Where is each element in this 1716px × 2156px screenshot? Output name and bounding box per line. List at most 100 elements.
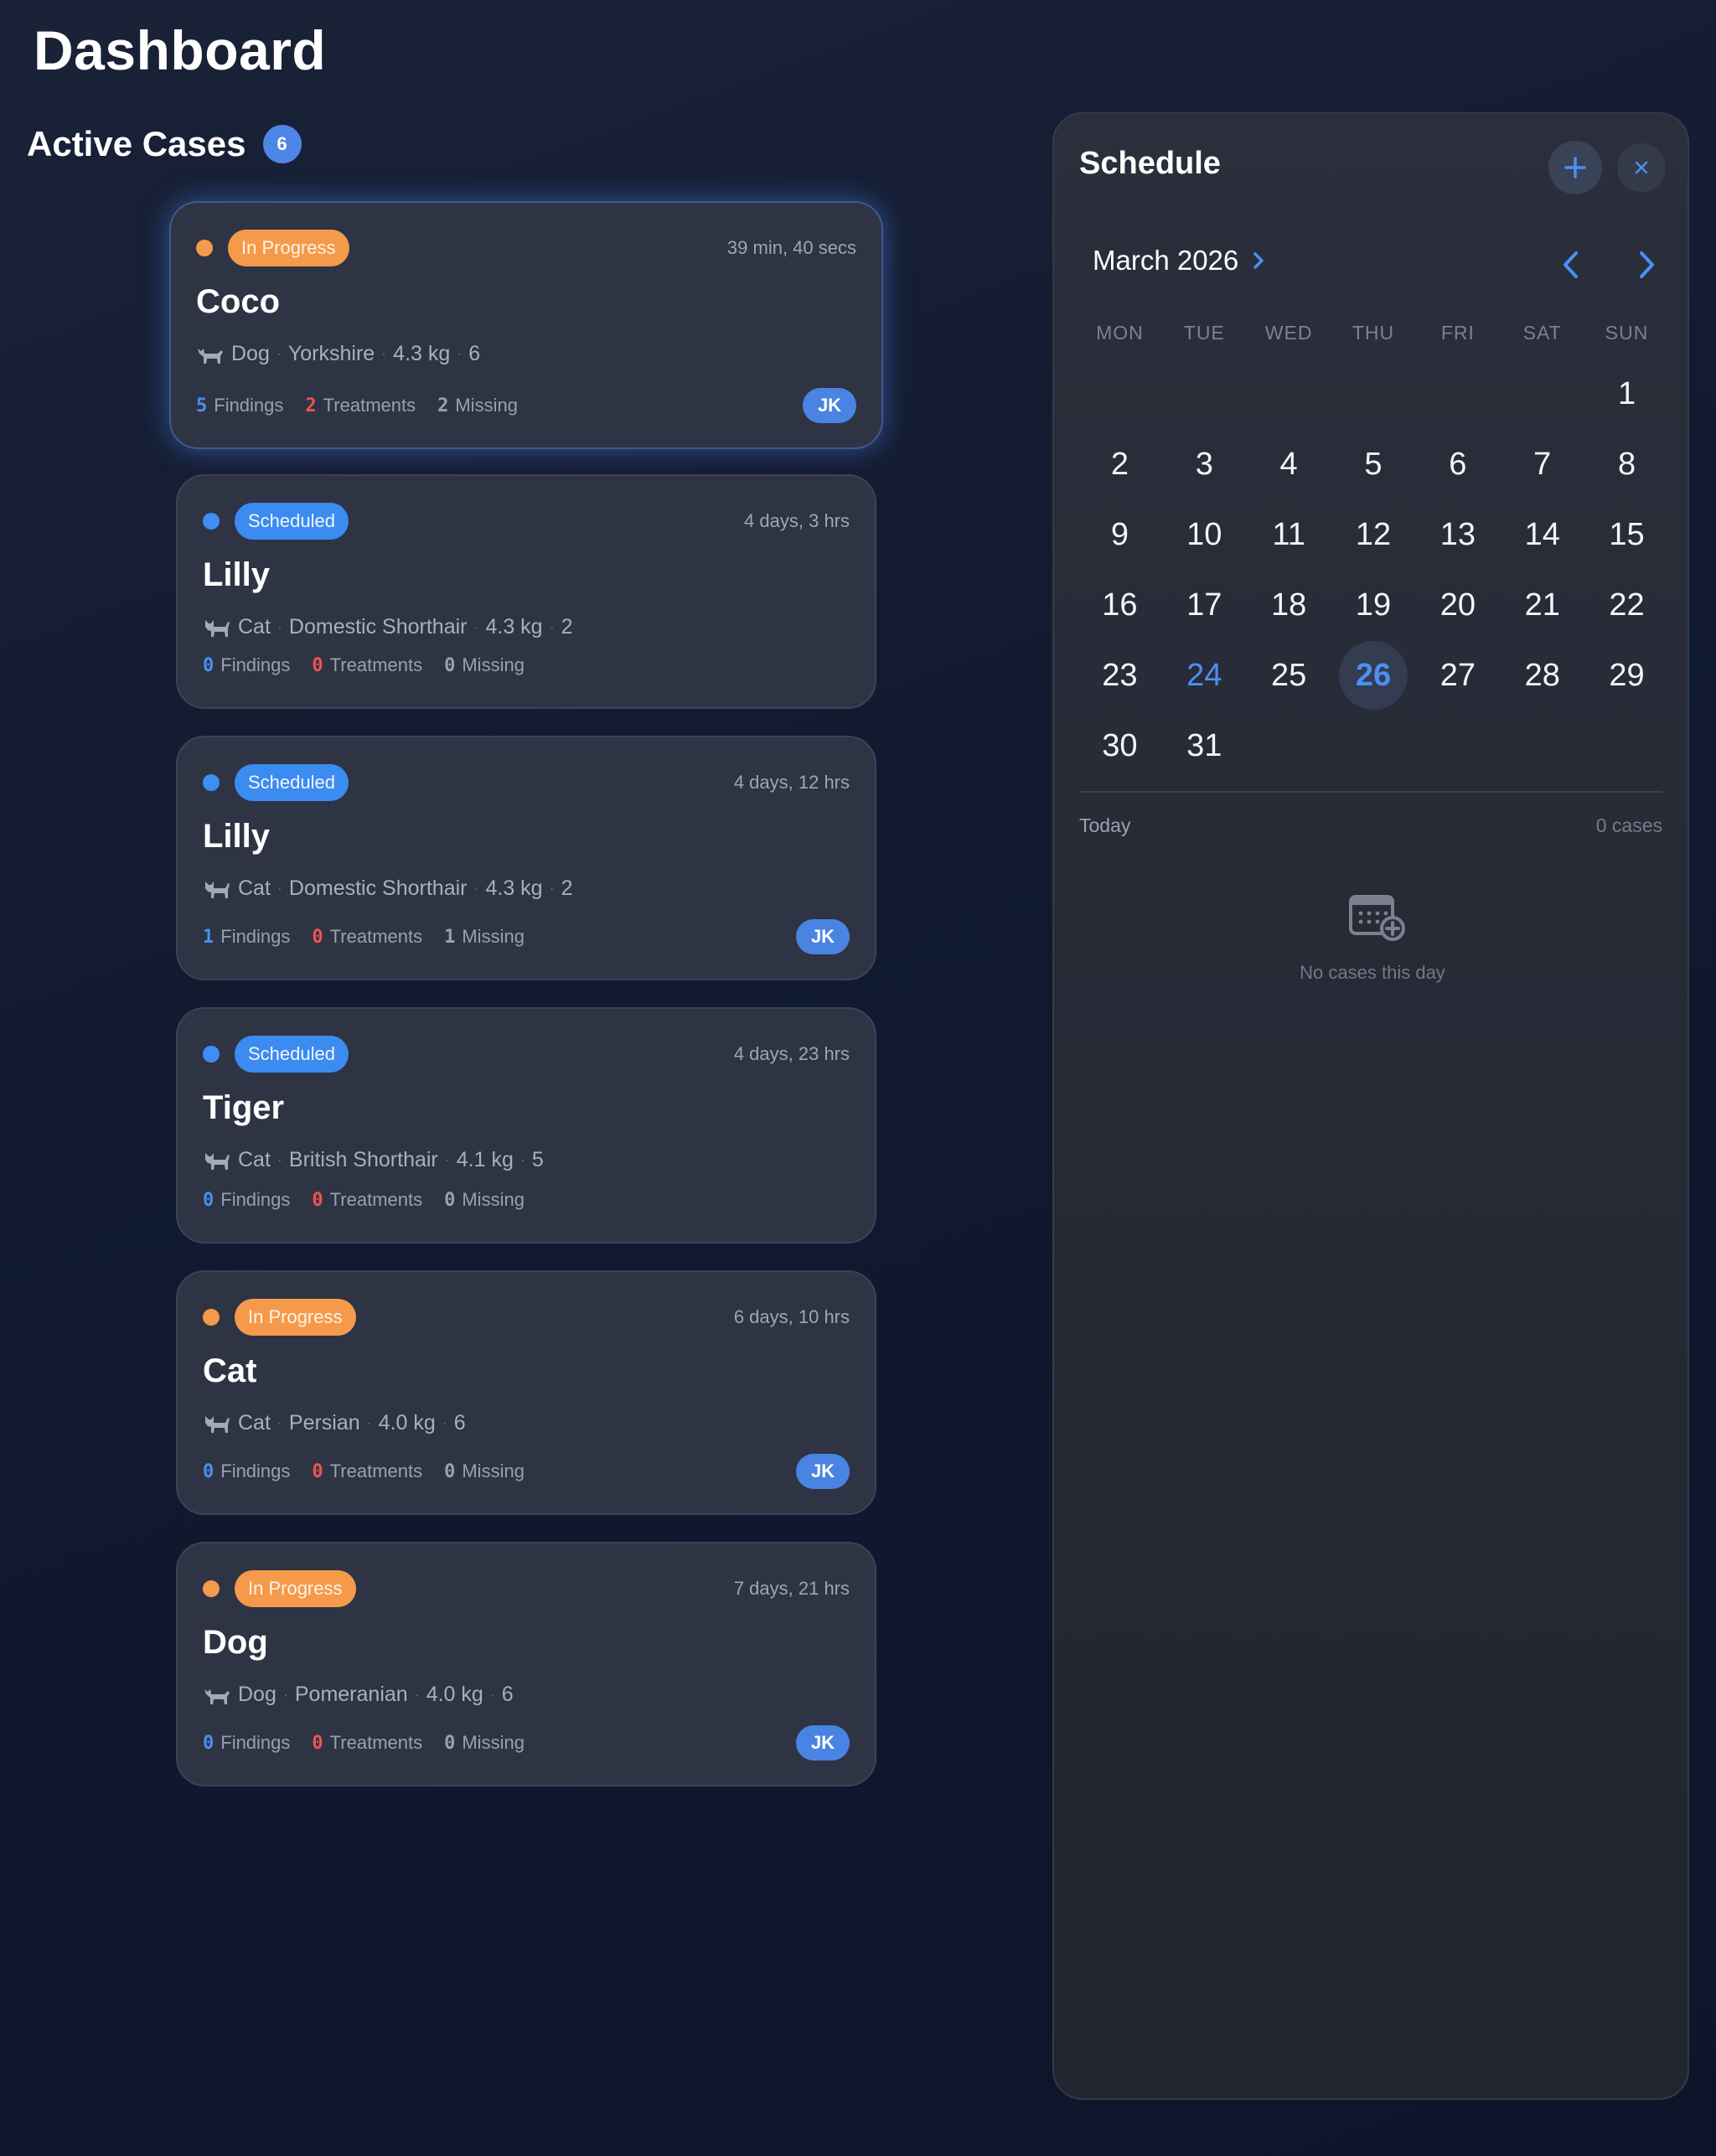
case-card[interactable]: Scheduled 4 days, 23 hrs Tiger Cat · British … [176, 1007, 876, 1243]
case-stats: 0 Findings 0 Treatments 0 Missing [203, 647, 850, 684]
pet-details: Cat · Persian · 4.0 kg · 6 [203, 1411, 850, 1435]
calendar-empty-cell [1247, 359, 1331, 429]
calendar-day[interactable]: 17 [1162, 570, 1247, 640]
calendar-day[interactable]: 16 [1078, 570, 1162, 640]
findings-label: Findings [220, 1732, 291, 1753]
missing-count: 0 [444, 1189, 456, 1211]
calendar-day[interactable]: 26 [1331, 640, 1416, 711]
empty-state-text: No cases this day [1300, 962, 1445, 983]
calendar-day[interactable]: 6 [1415, 429, 1500, 499]
calendar-day[interactable]: 24 [1162, 640, 1247, 711]
calendar-day[interactable]: 22 [1584, 570, 1669, 640]
day-number: 11 [1272, 516, 1305, 552]
status-badge: Scheduled [235, 764, 349, 801]
divider [1079, 791, 1662, 793]
weekday-header: MON TUE WED THU FRI SAT SUN [1078, 322, 1669, 344]
close-schedule-button[interactable] [1617, 143, 1666, 192]
calendar-day[interactable]: 30 [1078, 711, 1162, 781]
status-dot [203, 1580, 220, 1597]
month-label: March 2026 [1093, 245, 1239, 276]
calendar-add-icon [1349, 895, 1405, 941]
pet-breed: Yorkshire [287, 342, 375, 365]
month-picker[interactable]: March 2026 [1093, 245, 1269, 277]
calendar-day[interactable]: 11 [1247, 499, 1331, 570]
calendar-empty-cell [1078, 359, 1162, 429]
add-case-button[interactable] [1548, 141, 1602, 194]
calendar-day[interactable]: 12 [1331, 499, 1416, 570]
pet-details: Cat · British Shorthair · 4.1 kg · 5 [203, 1148, 850, 1172]
case-duration: 4 days, 3 hrs [744, 510, 850, 531]
next-month-button[interactable] [1629, 248, 1662, 282]
card-header-row: In Progress 39 min, 40 secs [196, 230, 856, 266]
weekday-label: THU [1352, 322, 1395, 344]
calendar-day[interactable]: 5 [1331, 429, 1416, 499]
calendar-day[interactable]: 9 [1078, 499, 1162, 570]
schedule-panel: Schedule March 2026 MON TUE WED THU FRI SAT SU… [1052, 112, 1689, 2100]
calendar-day[interactable]: 10 [1162, 499, 1247, 570]
day-number: 2 [1110, 446, 1129, 482]
calendar-day[interactable]: 20 [1415, 570, 1500, 640]
assignee-avatar[interactable]: JK [803, 388, 856, 423]
calendar-day[interactable]: 23 [1078, 640, 1162, 711]
card-header-row: In Progress 6 days, 10 hrs [203, 1299, 850, 1336]
calendar-day[interactable]: 25 [1247, 640, 1331, 711]
case-stats: 5 Findings 2 Treatments 2 Missing JK [196, 387, 856, 424]
cat-icon [203, 878, 231, 900]
day-number: 30 [1102, 727, 1138, 763]
pet-species: Cat [238, 615, 271, 639]
calendar-day[interactable]: 3 [1162, 429, 1247, 499]
missing-count: 0 [444, 1732, 456, 1754]
pet-age: 2 [561, 876, 573, 900]
separator-dot: · [473, 880, 479, 897]
case-card[interactable]: In Progress 39 min, 40 secs Coco Dog · Yorksh… [169, 201, 883, 449]
day-number: 17 [1186, 587, 1222, 623]
case-card[interactable]: In Progress 6 days, 10 hrs Cat Cat · Persian ·… [176, 1270, 876, 1515]
assignee-avatar[interactable]: JK [796, 1454, 850, 1489]
pet-species: Cat [238, 876, 271, 900]
missing-label: Missing [462, 1189, 525, 1210]
separator-dot: · [277, 1414, 282, 1431]
calendar-day[interactable]: 28 [1500, 640, 1584, 711]
previous-month-button[interactable] [1555, 248, 1589, 282]
case-card[interactable]: Scheduled 4 days, 3 hrs Lilly Cat · Domestic … [176, 474, 876, 709]
missing-label: Missing [462, 926, 525, 947]
day-number: 8 [1617, 446, 1636, 482]
pet-details: Dog · Yorkshire · 4.3 kg · 6 [196, 342, 856, 366]
day-number: 19 [1355, 587, 1392, 623]
weekday-label: SUN [1605, 322, 1649, 344]
calendar-day[interactable]: 15 [1584, 499, 1669, 570]
calendar-day[interactable]: 1 [1584, 359, 1669, 429]
assignee-avatar[interactable]: JK [796, 1725, 850, 1760]
pet-age: 5 [531, 1148, 544, 1171]
pet-species: Dog [231, 342, 270, 365]
assignee-avatar[interactable]: JK [796, 919, 850, 954]
calendar-day[interactable]: 29 [1584, 640, 1669, 711]
case-card[interactable]: In Progress 7 days, 21 hrs Dog Dog · Pomerani… [176, 1542, 876, 1786]
pet-weight: 4.0 kg [426, 1683, 483, 1706]
pet-weight: 4.3 kg [485, 615, 543, 639]
calendar-day[interactable]: 21 [1500, 570, 1584, 640]
calendar-day[interactable]: 8 [1584, 429, 1669, 499]
calendar-day[interactable]: 27 [1415, 640, 1500, 711]
calendar-day[interactable]: 31 [1162, 711, 1247, 781]
calendar-day[interactable]: 18 [1247, 570, 1331, 640]
calendar-day[interactable]: 13 [1415, 499, 1500, 570]
calendar-day[interactable]: 14 [1500, 499, 1584, 570]
selected-day-label: Today [1079, 814, 1131, 836]
active-cases-count-badge: 6 [262, 125, 302, 163]
missing-count: 2 [437, 395, 449, 416]
day-number: 31 [1186, 727, 1222, 763]
separator-dot: · [549, 618, 555, 635]
cat-icon [203, 617, 231, 639]
day-number: 1 [1617, 375, 1636, 411]
pet-name: Coco [196, 283, 280, 320]
status-badge: Scheduled [235, 1036, 349, 1073]
case-card[interactable]: Scheduled 4 days, 12 hrs Lilly Cat · Domestic… [176, 736, 876, 980]
calendar-day[interactable]: 2 [1078, 429, 1162, 499]
calendar-empty-cell [1162, 359, 1247, 429]
calendar-day[interactable]: 7 [1500, 429, 1584, 499]
calendar-day[interactable]: 4 [1247, 429, 1331, 499]
day-cases-count: 0 cases [1595, 814, 1662, 836]
pet-name: Dog [203, 1624, 268, 1661]
calendar-day[interactable]: 19 [1331, 570, 1416, 640]
